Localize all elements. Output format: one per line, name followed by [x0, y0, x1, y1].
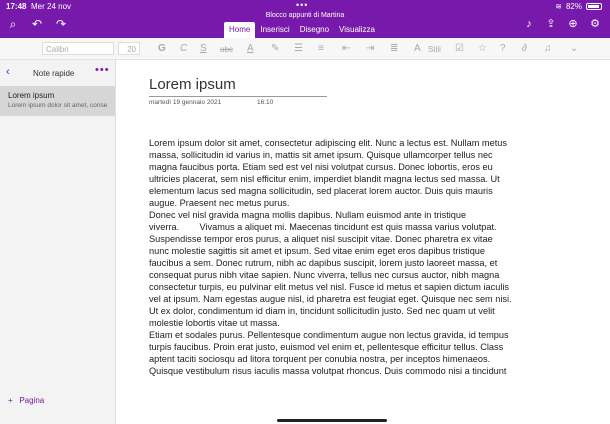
multitasking-dots-icon[interactable]: ••• [296, 1, 308, 10]
tab-draw[interactable]: Disegno [295, 22, 334, 38]
body-line: faucibus a sem. Donec rutrum, nibh ac da… [149, 258, 498, 268]
chevron-down-icon[interactable]: ⌄ [570, 43, 578, 55]
star-icon[interactable]: ☆ [478, 43, 487, 55]
body-line: Ut ex dolor, condimentum id diam in, tin… [149, 306, 495, 316]
attach-icon[interactable]: ∂ [522, 43, 527, 55]
add-person-icon[interactable]: ⊕ [566, 18, 580, 30]
numbering-icon[interactable]: ≡ [318, 43, 324, 55]
checkbox-icon[interactable]: ☑ [455, 43, 464, 55]
page-date: martedì 19 gennaio 2021 [149, 99, 222, 106]
body-line: Lorem ipsum dolor sit amet, consectetur … [149, 138, 507, 148]
strikethrough-icon[interactable]: abc [220, 44, 233, 56]
body-line: magna faucibus porta. Etiam sed est vel … [149, 162, 493, 172]
add-page-label: Pagina [19, 396, 45, 405]
bullets-icon[interactable]: ☰ [294, 43, 303, 55]
body-line: ultricies placerat, sem nisl efficitur e… [149, 174, 500, 184]
styles-icon[interactable]: A [414, 43, 421, 55]
undo-icon[interactable]: ↶ [30, 18, 44, 30]
body-line: Quisque vestibulum risus iaculis massa v… [149, 366, 507, 376]
page-title[interactable]: Lorem ipsum [149, 76, 327, 97]
more-options-icon[interactable]: ••• [95, 64, 110, 76]
help-icon[interactable]: ? [500, 43, 506, 55]
highlighter-icon[interactable]: ✎ [271, 43, 279, 55]
body-line: turpis faucibus. Proin erat justo, euism… [149, 342, 504, 352]
outdent-icon[interactable]: ⇤ [342, 43, 350, 55]
font-name-field[interactable]: Calibri [42, 42, 114, 55]
body-line: elementum lacus sed magna sollicitudin, … [149, 186, 493, 196]
page-time: 16:10 [257, 99, 274, 106]
body-line: augue. Praesent nec metus purus. [149, 198, 290, 208]
body-line: Etiam et sodales purus. Pellentesque con… [149, 330, 509, 340]
body-line: Donec vel nisl gravida magna mollis dapi… [149, 210, 467, 220]
body-line: vel at ipsum. Nam egestas augue nisl, id… [149, 294, 512, 304]
tab-insert[interactable]: Inserisci [255, 22, 294, 38]
body-line: viverra. Vivamus a aliquet mi. Maecenas … [149, 222, 497, 232]
ribbon-toolbar: Calibri 20 G C S abc A ✎ ☰ ≡ ⇤ ⇥ ≣ A Sti… [0, 38, 610, 60]
italic-icon[interactable]: C [180, 43, 187, 55]
status-date: Mer 24 nov [31, 2, 72, 11]
tab-home[interactable]: Home [224, 22, 256, 38]
styles-label[interactable]: Stili [428, 44, 441, 56]
note-body[interactable]: Lorem ipsum dolor sit amet, consectetur … [149, 137, 579, 377]
wifi-icon: ≋ [555, 2, 562, 11]
bell-icon[interactable]: ♪ [522, 18, 536, 30]
share-icon[interactable]: ⇪ [544, 18, 558, 30]
status-indicators: ≋ 82% [555, 2, 602, 11]
body-line: molestie lobortis vitae ut massa. [149, 318, 280, 328]
font-color-icon[interactable]: A [247, 43, 254, 55]
body-line: consequat purus nibh vitae sapien. Nunc … [149, 270, 500, 280]
back-icon[interactable]: ‹ [6, 66, 10, 78]
tab-view[interactable]: Visualizza [334, 22, 380, 38]
body-line: nunc molestie sagittis sit amet et ipsum… [149, 246, 486, 256]
body-line: massa, sollicitudin id varius in, mattis… [149, 150, 493, 160]
page-list-item[interactable]: Lorem ipsum Lorem ipsum dolor sit amet, … [0, 86, 115, 116]
page-canvas[interactable]: Lorem ipsum martedì 19 gennaio 2021 16:1… [117, 60, 610, 424]
status-time: 17:48 [6, 2, 27, 11]
redo-icon[interactable]: ↷ [54, 18, 68, 30]
body-line: aptent taciti sociosqu ad litora torquen… [149, 354, 491, 364]
gear-icon[interactable]: ⚙ [588, 18, 602, 30]
window-title: Blocco appunti di Martina [265, 12, 345, 19]
underline-icon[interactable]: S [200, 43, 207, 55]
font-size-field[interactable]: 20 [118, 42, 140, 55]
add-page-button[interactable]: + Pagina [8, 396, 44, 405]
body-line: Suspendisse tempor eros purus, a aliquet… [149, 234, 493, 244]
bold-icon[interactable]: G [158, 43, 166, 55]
title-bar: 17:48 Mer 24 nov ••• ≋ 82% Blocco appunt… [0, 0, 610, 38]
align-icon[interactable]: ≣ [390, 43, 398, 55]
body-line: consectetur turpis, eu pulvinar elit met… [149, 282, 510, 292]
ribbon-tabs: Home Inserisci Disegno Visualizza [224, 22, 380, 38]
section-title: Note rapide [33, 69, 75, 78]
page-list-item-snippet: Lorem ipsum dolor sit amet, consectetur [8, 102, 107, 109]
indent-icon[interactable]: ⇥ [366, 43, 374, 55]
microphone-icon[interactable]: ♫ [544, 43, 552, 55]
search-icon[interactable]: ⌕ [6, 18, 20, 30]
ink-stroke [277, 419, 387, 422]
page-list-item-title: Lorem ipsum [8, 91, 55, 100]
battery-icon [586, 3, 602, 10]
plus-icon: + [8, 396, 13, 405]
pages-sidebar: ‹ Note rapide ••• Lorem ipsum Lorem ipsu… [0, 60, 116, 424]
battery-percent: 82% [565, 2, 582, 11]
